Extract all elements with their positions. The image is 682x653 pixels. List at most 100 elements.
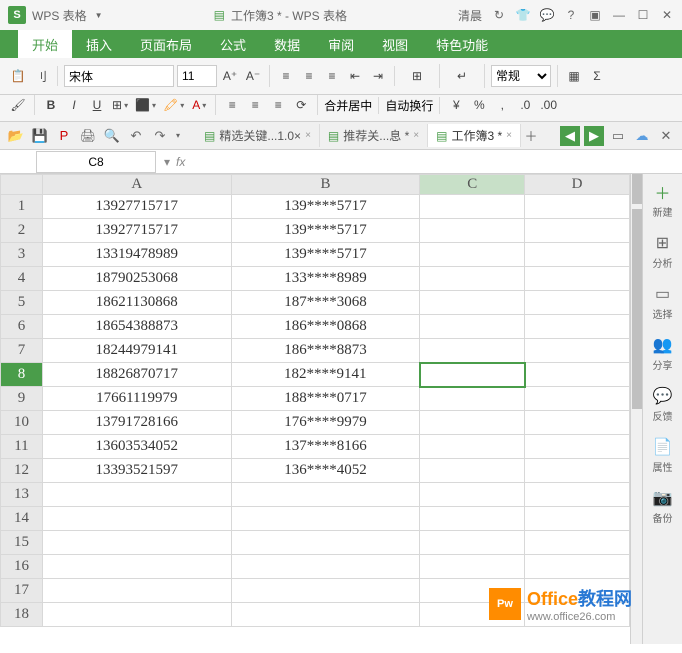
sidebar-properties[interactable]: 📄属性 [653, 437, 673, 474]
cell-A12[interactable]: 13393521597 [42, 459, 231, 483]
wrap-text-button[interactable]: ↵ [446, 64, 478, 88]
row-header-16[interactable]: 16 [1, 555, 43, 579]
minimize-ribbon-icon[interactable]: ▣ [588, 8, 602, 22]
menu-start[interactable]: 开始 [18, 30, 72, 58]
cell-D9[interactable] [525, 387, 630, 411]
cell-A18[interactable] [42, 603, 231, 627]
border-button[interactable]: ⊞▾ [110, 95, 130, 115]
cell-A17[interactable] [42, 579, 231, 603]
wrap-text-label[interactable]: 自动换行 [385, 97, 433, 114]
comma-icon[interactable]: , [492, 95, 512, 115]
font-name-select[interactable] [64, 65, 174, 87]
align-left-icon[interactable]: ≡ [276, 66, 296, 86]
merge-center-label[interactable]: 合并居中 [324, 97, 372, 114]
row-header-3[interactable]: 3 [1, 243, 43, 267]
cell-A3[interactable]: 13319478989 [42, 243, 231, 267]
fx-dropdown-icon[interactable]: ▾ [164, 155, 170, 169]
print-icon[interactable]: 🖨 [78, 126, 98, 146]
underline-button[interactable]: U [87, 95, 107, 115]
sync-icon[interactable]: ↻ [492, 8, 506, 22]
sidebar-analyze[interactable]: ⊞分析 [653, 233, 673, 270]
cell-C2[interactable] [420, 219, 525, 243]
row-header-11[interactable]: 11 [1, 435, 43, 459]
col-header-D[interactable]: D [525, 175, 630, 195]
sum-icon[interactable]: Σ [587, 66, 607, 86]
spreadsheet-grid[interactable]: ABCD113927715717139****57172139277157171… [0, 174, 630, 627]
save-icon[interactable]: 💾 [30, 126, 50, 146]
cell-A16[interactable] [42, 555, 231, 579]
cell-D14[interactable] [525, 507, 630, 531]
format-painter-icon[interactable]: 🖌 [8, 95, 28, 115]
cell-B2[interactable]: 139****5717 [231, 219, 420, 243]
cell-A11[interactable]: 13603534052 [42, 435, 231, 459]
doc-tab-1[interactable]: ▤ 精选关键...1.0× × [196, 124, 320, 147]
cell-A6[interactable]: 18654388873 [42, 315, 231, 339]
row-header-12[interactable]: 12 [1, 459, 43, 483]
row-header-14[interactable]: 14 [1, 507, 43, 531]
vertical-scrollbar[interactable] [630, 174, 642, 644]
cell-C13[interactable] [420, 483, 525, 507]
cell-D2[interactable] [525, 219, 630, 243]
cell-A7[interactable]: 18244979141 [42, 339, 231, 363]
font-size-select[interactable] [177, 65, 217, 87]
indent-right-icon[interactable]: ⇥ [368, 66, 388, 86]
cell-B16[interactable] [231, 555, 420, 579]
cell-D7[interactable] [525, 339, 630, 363]
cell-A14[interactable] [42, 507, 231, 531]
sidebar-select[interactable]: ▭选择 [653, 284, 673, 321]
cell-A4[interactable]: 18790253068 [42, 267, 231, 291]
cell-B12[interactable]: 136****4052 [231, 459, 420, 483]
cell-D13[interactable] [525, 483, 630, 507]
col-header-B[interactable]: B [231, 175, 420, 195]
cell-D6[interactable] [525, 315, 630, 339]
preview-icon[interactable]: 🔍 [102, 126, 122, 146]
align-right-icon[interactable]: ≡ [322, 66, 342, 86]
cell-D11[interactable] [525, 435, 630, 459]
col-header-C[interactable]: C [420, 175, 525, 195]
cell-A10[interactable]: 13791728166 [42, 411, 231, 435]
cell-B13[interactable] [231, 483, 420, 507]
increase-decimal-icon[interactable]: .0 [515, 95, 535, 115]
cell-C5[interactable] [420, 291, 525, 315]
cloud-icon[interactable]: ☁ [632, 126, 652, 146]
select-all-corner[interactable] [1, 175, 43, 195]
cell-C15[interactable] [420, 531, 525, 555]
orientation-icon[interactable]: ⟳ [291, 95, 311, 115]
row-header-10[interactable]: 10 [1, 411, 43, 435]
cell-B8[interactable]: 182****9141 [231, 363, 420, 387]
tab-close-icon[interactable]: × [305, 130, 311, 141]
tab-close-icon[interactable]: × [413, 130, 419, 141]
cell-B10[interactable]: 176****9979 [231, 411, 420, 435]
cell-D12[interactable] [525, 459, 630, 483]
cell-C7[interactable] [420, 339, 525, 363]
minimize-icon[interactable]: — [612, 8, 626, 22]
menu-formula[interactable]: 公式 [206, 30, 260, 58]
cell-D16[interactable] [525, 555, 630, 579]
maximize-icon[interactable]: ☐ [636, 8, 650, 22]
new-tab-icon[interactable]: ＋ [521, 126, 541, 146]
row-header-8[interactable]: 8 [1, 363, 43, 387]
menu-review[interactable]: 审阅 [314, 30, 368, 58]
cell-D10[interactable] [525, 411, 630, 435]
pdf-icon[interactable]: P [54, 126, 74, 146]
row-header-18[interactable]: 18 [1, 603, 43, 627]
fx-icon[interactable]: fx [176, 155, 185, 169]
cell-B14[interactable] [231, 507, 420, 531]
percent-icon[interactable]: % [469, 95, 489, 115]
row-header-13[interactable]: 13 [1, 483, 43, 507]
xmark-icon[interactable]: ✕ [656, 126, 676, 146]
cell-D1[interactable] [525, 195, 630, 219]
cell-D3[interactable] [525, 243, 630, 267]
cell-C10[interactable] [420, 411, 525, 435]
doc-tab-2[interactable]: ▤ 推荐关...息 * × [320, 124, 428, 147]
cell-C9[interactable] [420, 387, 525, 411]
row-header-5[interactable]: 5 [1, 291, 43, 315]
sidebar-share[interactable]: 👥分享 [653, 335, 673, 372]
cell-D5[interactable] [525, 291, 630, 315]
row-header-7[interactable]: 7 [1, 339, 43, 363]
cell-A1[interactable]: 13927715717 [42, 195, 231, 219]
cell-C1[interactable] [420, 195, 525, 219]
shirt-icon[interactable]: 👕 [516, 8, 530, 22]
menu-data[interactable]: 数据 [260, 30, 314, 58]
cell-B6[interactable]: 186****0868 [231, 315, 420, 339]
